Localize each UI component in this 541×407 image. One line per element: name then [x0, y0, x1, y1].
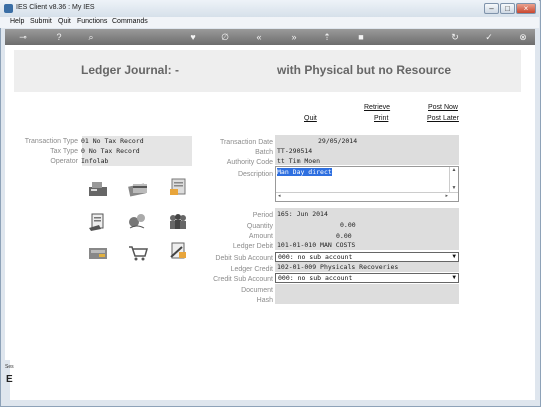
tax-type-label: Tax Type: [50, 148, 78, 155]
toolbar: ⊸ ? ⌕ ♥ ∅ « » ⇡ ■ ↻ ✓ ⊗: [5, 29, 535, 45]
menu-bar: Help Submit Quit Functions Commands: [0, 17, 539, 28]
quantity-value[interactable]: 0.00: [340, 221, 356, 229]
chevron-down-icon[interactable]: ▼: [452, 253, 456, 261]
ledger-credit-value[interactable]: 102-01-009 Physicals Recoveries: [277, 263, 398, 271]
title-bar: IES Client v8.36 : My IES – □ ×: [0, 0, 539, 17]
forward-icon[interactable]: »: [288, 31, 300, 43]
description-value[interactable]: Man Day direct: [277, 168, 332, 176]
post-now-link[interactable]: Post Now: [428, 104, 458, 111]
operator-value: Infolab: [81, 157, 109, 165]
wallet-card-icon[interactable]: [87, 244, 109, 262]
hash-label: Hash: [256, 297, 273, 304]
ledger-debit-value[interactable]: 101-01-010 MAN COSTS: [277, 241, 355, 249]
chevron-down-icon[interactable]: ▼: [452, 274, 456, 282]
period-label: Period: [252, 212, 273, 219]
credit-sub-account-value: 000: no sub account: [278, 274, 353, 282]
authority-code-label: Authority Code: [226, 159, 273, 166]
document-label: Document: [241, 287, 273, 294]
transaction-type-value: 01 No Tax Record: [81, 137, 144, 145]
shopping-cart-icon[interactable]: [127, 244, 149, 262]
maximize-button[interactable]: □: [500, 3, 515, 14]
side-status-text: Ses: [5, 364, 14, 370]
batch-value[interactable]: TT-290514: [277, 147, 312, 155]
minimize-button[interactable]: –: [484, 3, 499, 14]
transaction-type-label: Transaction Type: [24, 138, 78, 145]
print-link[interactable]: Print: [374, 115, 388, 122]
key-icon[interactable]: ⊸: [13, 31, 33, 43]
people-group-icon[interactable]: [167, 212, 189, 230]
quantity-label: Quantity: [246, 223, 273, 230]
quit-link[interactable]: Quit: [304, 115, 317, 122]
tax-type-value: 0 No Tax Record: [81, 147, 140, 155]
refresh-icon[interactable]: ↻: [449, 31, 461, 43]
transaction-date-value[interactable]: 29/05/2014: [318, 137, 357, 145]
amount-value[interactable]: 0.00: [336, 232, 352, 240]
credit-sub-account-label: Credit Sub Account: [213, 276, 273, 283]
amount-label: Amount: [248, 233, 273, 240]
stop-icon[interactable]: ■: [355, 31, 367, 43]
debit-sub-account-value: 000: no sub account: [278, 253, 353, 261]
check-icon[interactable]: ✓: [483, 31, 495, 43]
ledger-credit-label: Ledger Credit: [230, 266, 273, 273]
description-label: Description: [237, 171, 273, 178]
credit-card-icon[interactable]: [127, 180, 149, 198]
close-icon[interactable]: ⊗: [517, 31, 529, 43]
side-status-letter: E: [6, 374, 13, 385]
debit-sub-account-select[interactable]: 000: no sub account ▼: [275, 252, 459, 262]
authority-code-value[interactable]: tt Tim Moen: [277, 157, 320, 165]
document-hand-icon[interactable]: [87, 213, 109, 231]
transaction-date-label: Transaction Date: [219, 139, 273, 146]
menu-submit[interactable]: Submit: [30, 18, 52, 25]
document-hash-background: [275, 284, 459, 304]
side-status-bar: Ses E: [5, 360, 14, 400]
period-value[interactable]: 165: Jun 2014: [277, 210, 328, 218]
menu-commands[interactable]: Commands: [112, 18, 148, 25]
description-hscrollbar[interactable]: ◂ ▸: [276, 192, 458, 201]
app-icon: [4, 4, 13, 13]
window-title: IES Client v8.36 : My IES: [16, 4, 95, 11]
post-later-link[interactable]: Post Later: [427, 115, 459, 122]
menu-help[interactable]: Help: [10, 18, 24, 25]
menu-functions[interactable]: Functions: [77, 18, 107, 25]
batch-label: Batch: [255, 149, 273, 156]
search-icon[interactable]: ⌕: [85, 31, 97, 43]
heart-icon[interactable]: ♥: [187, 31, 199, 43]
clip-icon[interactable]: ∅: [219, 31, 231, 43]
page-subtitle: with Physical but no Resource: [277, 63, 452, 77]
rewind-icon[interactable]: «: [253, 31, 265, 43]
operator-label: Operator: [50, 158, 78, 165]
money-exchange-icon[interactable]: [127, 212, 149, 230]
page-title: Ledger Journal: -: [81, 63, 180, 77]
help-icon[interactable]: ?: [53, 31, 65, 43]
upload-icon[interactable]: ⇡: [321, 31, 333, 43]
menu-quit[interactable]: Quit: [58, 18, 71, 25]
description-textarea[interactable]: Man Day direct ▲ ▼ ◂ ▸: [275, 166, 459, 202]
cash-register-icon[interactable]: [87, 180, 109, 198]
document-stack-icon[interactable]: [167, 178, 189, 196]
retrieve-link[interactable]: Retrieve: [364, 104, 390, 111]
ledger-debit-label: Ledger Debit: [232, 243, 273, 250]
debit-sub-account-label: Debit Sub Account: [215, 255, 273, 262]
close-window-button[interactable]: ×: [516, 3, 536, 14]
document-sign-icon[interactable]: [167, 242, 189, 260]
description-scrollbar[interactable]: ▲ ▼: [449, 167, 458, 192]
credit-sub-account-select[interactable]: 000: no sub account ▼: [275, 273, 459, 283]
